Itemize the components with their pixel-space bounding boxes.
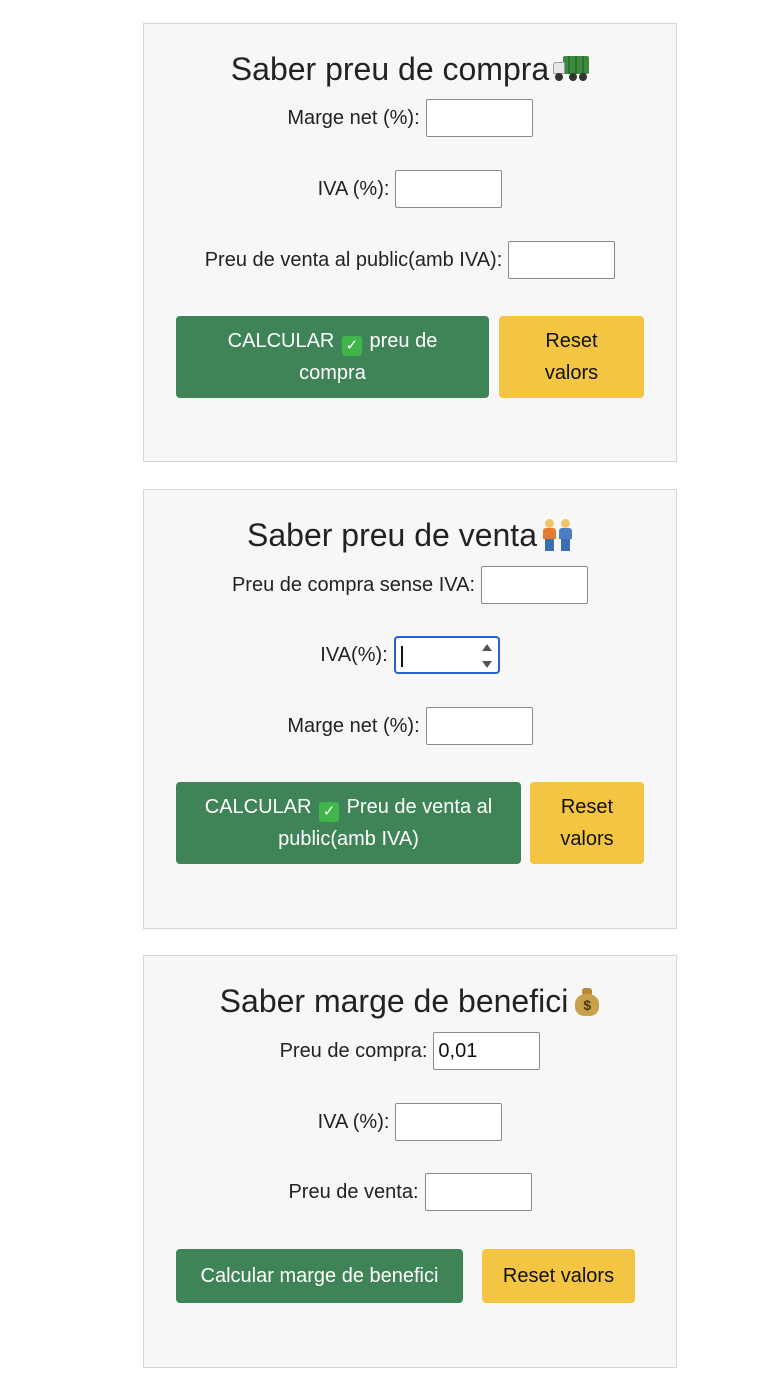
calc-button-label-line2: compra — [299, 362, 366, 384]
card-marge-benefici: Saber marge de benefici $ Preu de compra:… — [143, 955, 677, 1368]
people-holding-hands-icon — [542, 519, 573, 551]
spinner-up-icon[interactable] — [481, 644, 492, 651]
calc-button-label-post: Preu de venta al — [346, 796, 493, 818]
reset-button-label-line1: Reset — [545, 330, 598, 352]
marge-input[interactable] — [425, 99, 533, 137]
card-preu-compra: Saber preu de compra Marge net (%): IVA … — [143, 23, 677, 462]
preu-compra-row: Preu de compra: — [144, 1032, 676, 1070]
compra-sense-iva-row: Preu de compra sense IVA: — [144, 566, 676, 604]
preu-venta-label: Preu de venta: — [288, 1180, 419, 1203]
text-caret — [400, 646, 403, 667]
calcular-preu-compra-button[interactable]: CALCULAR ✓ preu de compra — [176, 316, 489, 398]
truck-icon — [553, 54, 590, 84]
check-mark-icon: ✓ — [341, 336, 362, 356]
preu-compra-input[interactable] — [433, 1032, 541, 1070]
compra-sense-iva-label: Preu de compra sense IVA: — [231, 573, 476, 596]
pvp-input[interactable] — [508, 241, 616, 279]
marge-label: Marge net (%): — [287, 714, 420, 737]
money-bag-icon: $ — [574, 986, 600, 1016]
iva-row: IVA (%): — [144, 1103, 676, 1141]
preu-compra-label: Preu de compra: — [279, 1039, 428, 1062]
card-title-text: Saber preu de compra — [230, 51, 550, 87]
calc-button-label-post: preu de — [369, 330, 438, 352]
card-title: Saber preu de compra — [144, 51, 676, 88]
iva-row: IVA(%): — [144, 636, 676, 674]
check-mark-icon: ✓ — [319, 802, 340, 822]
reset-button-label-line2: valors — [560, 828, 614, 850]
iva-label: IVA(%): — [320, 643, 388, 666]
compra-sense-iva-input[interactable] — [481, 566, 589, 604]
reset-button-label-line1: Reset — [560, 796, 614, 818]
card-title-text: Saber preu de venta — [247, 517, 537, 553]
reset-valors-button[interactable]: Reset valors — [499, 316, 644, 398]
card-preu-venta: Saber preu de venta Preu de compra sense… — [143, 489, 677, 929]
preu-venta-input[interactable] — [424, 1173, 532, 1211]
iva-row: IVA (%): — [144, 170, 676, 208]
marge-row: Marge net (%): — [144, 707, 676, 745]
calc-button-label-line2: public(amb IVA) — [278, 828, 419, 850]
calcular-preu-venta-button[interactable]: CALCULAR ✓ Preu de venta al public(amb I… — [176, 782, 521, 864]
iva-label: IVA (%): — [317, 1110, 390, 1133]
marge-row: Marge net (%): — [144, 99, 676, 137]
card-title-text: Saber marge de benefici — [219, 983, 569, 1019]
reset-valors-button[interactable]: Reset valors — [530, 782, 644, 864]
number-spinner[interactable] — [481, 642, 493, 670]
iva-number-input[interactable] — [393, 636, 500, 674]
card-title: Saber marge de benefici $ — [144, 983, 676, 1020]
iva-input[interactable] — [395, 1103, 503, 1141]
pvp-label: Preu de venta al public(amb IVA): — [204, 248, 503, 271]
marge-label: Marge net (%): — [287, 106, 420, 129]
calc-button-label-pre: CALCULAR — [227, 330, 335, 352]
calcular-marge-benefici-button[interactable]: Calcular marge de benefici — [176, 1249, 463, 1303]
iva-input[interactable] — [395, 170, 503, 208]
pvp-row: Preu de venta al public(amb IVA): — [144, 241, 676, 279]
card-title: Saber preu de venta — [144, 517, 676, 554]
reset-button-label-line2: valors — [544, 362, 599, 384]
reset-valors-button[interactable]: Reset valors — [482, 1249, 635, 1303]
preu-venta-row: Preu de venta: — [144, 1173, 676, 1211]
spinner-down-icon[interactable] — [481, 661, 492, 668]
calc-button-label-pre: CALCULAR — [204, 796, 312, 818]
marge-input[interactable] — [425, 707, 533, 745]
iva-label: IVA (%): — [317, 177, 390, 200]
